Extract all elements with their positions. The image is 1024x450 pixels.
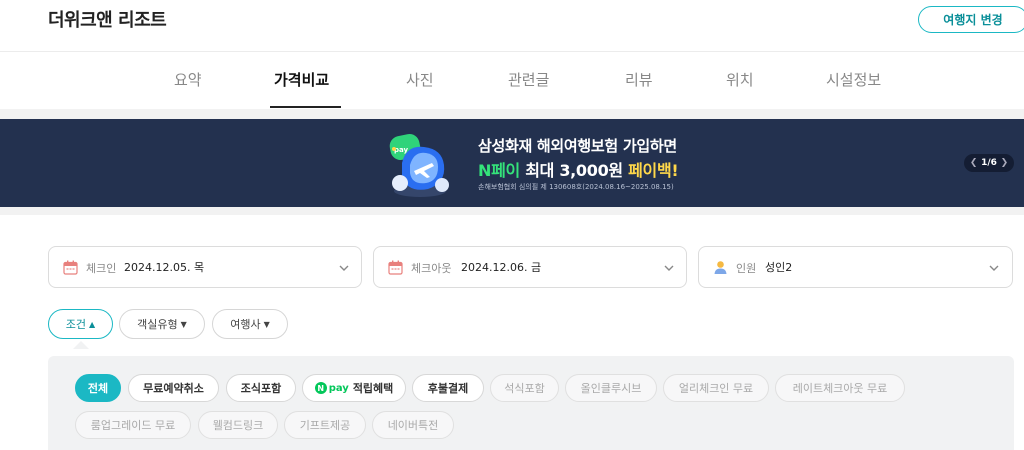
checkin-label: 체크인 — [86, 262, 117, 275]
section-divider — [0, 207, 1024, 215]
tab-summary[interactable]: 요약 — [174, 69, 202, 90]
banner-fine-print: 손해보험협회 심의필 제 130608호(2024.08.16~2025.08.… — [478, 183, 674, 191]
room-type-filter-button[interactable]: 객실유형 ▼ — [119, 309, 205, 339]
chevron-down-icon: ▼ — [180, 319, 187, 329]
chip-pay-later[interactable]: 후불결제 — [412, 374, 484, 402]
checkin-value: 2024.12.05. 목 — [124, 261, 205, 274]
chevron-left-icon[interactable]: ❮ — [970, 158, 978, 168]
checkout-label: 체크아웃 — [411, 262, 452, 275]
section-divider — [0, 109, 1024, 119]
calendar-icon — [63, 260, 78, 275]
chip-naver-special[interactable]: 네이버특전 — [372, 411, 454, 439]
banner-subheadline: N페이 최대 3,000원 페이백! — [478, 157, 679, 181]
agency-filter-button[interactable]: 여행사 ▼ — [212, 309, 288, 339]
tab-price-compare[interactable]: 가격비교 — [274, 69, 329, 90]
chip-all-inclusive[interactable]: 올인클루시브 — [565, 374, 657, 402]
chip-dinner-included[interactable]: 석식포함 — [490, 374, 559, 402]
chip-gift[interactable]: 기프트제공 — [284, 411, 366, 439]
promo-banner[interactable]: pay 삼성화재 해외여행보험 가입하면 N페이 최대 3,000원 페이백! … — [0, 119, 1024, 207]
chevron-down-icon — [664, 265, 674, 271]
chevron-down-icon: ▼ — [263, 319, 270, 329]
npay-badge-text: pay — [394, 146, 409, 154]
agency-filter-label: 여행사 — [230, 318, 261, 331]
guests-field[interactable]: 인원 성인2 — [698, 246, 1013, 288]
banner-headline: 삼성화재 해외여행보험 가입하면 — [478, 137, 677, 155]
insurance-promo-illustration: pay — [389, 134, 449, 197]
banner-pager[interactable]: ❮ 1/6 ❯ — [964, 154, 1014, 172]
checkin-date-field[interactable]: 체크인 2024.12.05. 목 — [48, 246, 362, 288]
checkout-date-field[interactable]: 체크아웃 2024.12.06. 금 — [373, 246, 687, 288]
chip-late-checkout[interactable]: 레이트체크아웃 무료 — [775, 374, 905, 402]
tab-reviews[interactable]: 리뷰 — [625, 69, 653, 90]
calendar-icon — [388, 260, 403, 275]
change-destination-button[interactable]: 여행지 변경 — [918, 6, 1024, 33]
chip-npay-points-label: 적립혜택 — [352, 382, 394, 395]
panel-caret — [73, 341, 89, 349]
banner-payback-text: 페이백! — [628, 161, 679, 180]
chip-breakfast-included[interactable]: 조식포함 — [226, 374, 296, 402]
banner-page-indicator: 1/6 — [981, 158, 997, 168]
page-title: 더위크앤 리조트 — [48, 10, 167, 31]
tab-bar: 요약 가격비교 사진 관련글 리뷰 위치 시설정보 — [0, 53, 1024, 109]
tab-location[interactable]: 위치 — [726, 69, 754, 90]
chevron-down-icon — [339, 265, 349, 271]
chevron-right-icon[interactable]: ❯ — [1001, 158, 1009, 168]
checkout-value: 2024.12.06. 금 — [461, 261, 542, 274]
chip-early-checkin[interactable]: 얼리체크인 무료 — [663, 374, 769, 402]
banner-npay-text: N페이 — [478, 161, 520, 180]
top-bar: 더위크앤 리조트 여행지 변경 — [0, 0, 1024, 52]
npay-logo-icon: Npay — [314, 382, 349, 394]
room-type-filter-label: 객실유형 — [137, 318, 178, 331]
chip-free-cancellation[interactable]: 무료예약취소 — [128, 374, 219, 402]
tab-photos[interactable]: 사진 — [406, 69, 434, 90]
tab-related-posts[interactable]: 관련글 — [508, 69, 549, 90]
condition-filter-button[interactable]: 조건 ▲ — [48, 309, 113, 339]
banner-amount-text: 최대 3,000원 — [519, 161, 629, 180]
person-icon — [714, 261, 727, 274]
tab-facilities[interactable]: 시설정보 — [826, 69, 881, 90]
chip-room-upgrade[interactable]: 룸업그레이드 무료 — [75, 411, 191, 439]
chevron-up-icon: ▲ — [89, 319, 96, 329]
chip-welcome-drink[interactable]: 웰컴드링크 — [198, 411, 278, 439]
guests-label: 인원 — [736, 262, 757, 275]
npay-logo-text: pay — [328, 382, 349, 394]
chip-npay-points[interactable]: Npay 적립혜택 — [302, 374, 406, 402]
guests-value: 성인2 — [765, 261, 793, 274]
condition-filter-label: 조건 — [65, 318, 87, 331]
chevron-down-icon — [989, 265, 999, 271]
chip-all[interactable]: 전체 — [75, 374, 121, 402]
condition-filter-panel: 전체 무료예약취소 조식포함 Npay 적립혜택 후불결제 석식포함 올인클루시… — [48, 356, 1014, 450]
active-tab-indicator — [270, 106, 341, 108]
npay-logo-n: N — [314, 382, 327, 394]
